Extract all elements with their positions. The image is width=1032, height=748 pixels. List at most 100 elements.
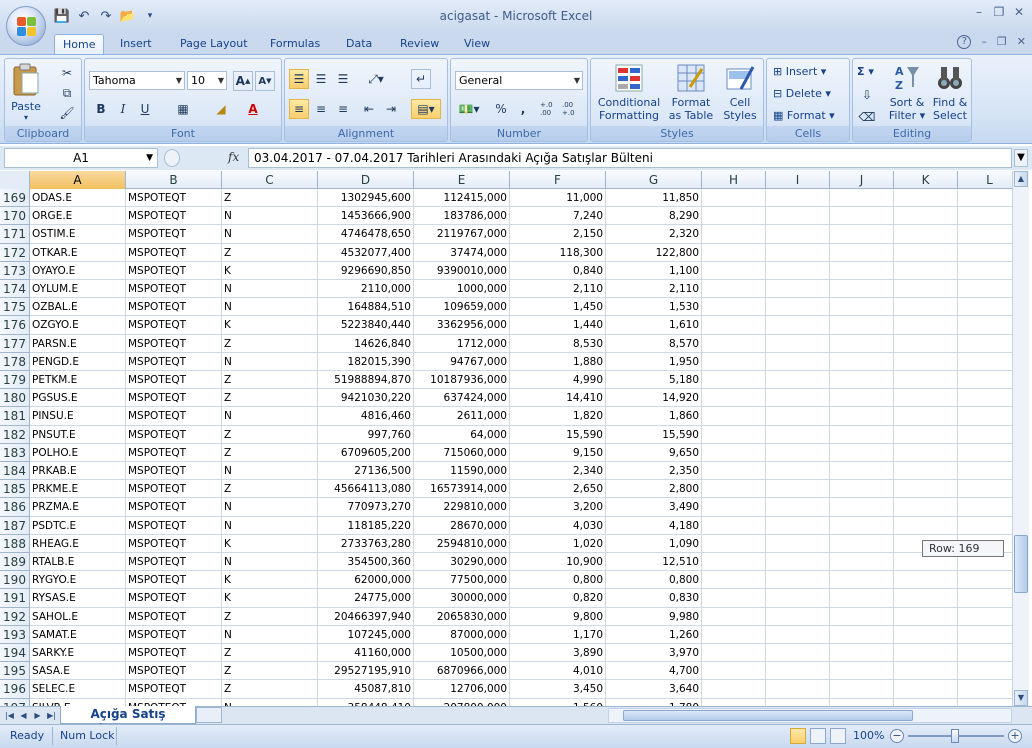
grid-cell[interactable]: MSPOTEQT — [126, 243, 222, 262]
column-header[interactable]: F — [510, 171, 606, 189]
grid-cell[interactable]: MSPOTEQT — [126, 407, 222, 426]
grid-cell[interactable] — [958, 426, 1012, 444]
normal-view-icon[interactable] — [790, 728, 806, 744]
grid-cell[interactable]: 1,260 — [606, 625, 702, 644]
grid-cell[interactable]: 10500,000 — [414, 644, 510, 663]
scroll-down-icon[interactable]: ▼ — [1014, 690, 1028, 706]
grid-cell[interactable]: 2065830,000 — [414, 607, 510, 626]
grid-cell[interactable]: 1,610 — [606, 316, 702, 335]
grid-cell[interactable] — [830, 480, 894, 499]
grid-cell[interactable]: 20466397,940 — [318, 607, 414, 626]
last-sheet-icon[interactable]: ▶| — [46, 709, 57, 722]
grid-cell[interactable]: Z — [222, 189, 318, 208]
grid-cell[interactable] — [894, 371, 958, 390]
grid-cell[interactable]: 1,450 — [510, 298, 606, 317]
grid-cell[interactable]: SARKY.E — [30, 644, 126, 663]
prev-sheet-icon[interactable]: ◀ — [18, 709, 29, 722]
grid-cell[interactable] — [766, 371, 830, 390]
grid-cell[interactable]: 8,530 — [510, 334, 606, 353]
formula-input[interactable]: 03.04.2017 - 07.04.2017 Tarihleri Arasın… — [248, 148, 1012, 168]
grid-cell[interactable]: 15,590 — [510, 425, 606, 444]
column-header[interactable]: G — [606, 171, 702, 189]
grid-cell[interactable]: RYSAS.E — [30, 589, 126, 608]
grid-cell[interactable]: 16573914,000 — [414, 480, 510, 499]
grid-cell[interactable] — [702, 280, 766, 299]
grid-cell[interactable]: 1,560 — [510, 698, 606, 706]
grid-cell[interactable]: 77500,000 — [414, 571, 510, 590]
grid-cell[interactable]: MSPOTEQT — [126, 443, 222, 462]
grid-cell[interactable] — [702, 243, 766, 262]
grid-cell[interactable] — [830, 443, 894, 462]
grid-cell[interactable]: 6870966,000 — [414, 662, 510, 681]
grid-cell[interactable] — [830, 698, 894, 706]
grid-cell[interactable] — [958, 389, 1012, 408]
grid-cell[interactable] — [766, 625, 830, 644]
insert-function-button[interactable]: fx — [228, 150, 239, 164]
grid-cell[interactable] — [702, 443, 766, 462]
grid-cell[interactable]: 30290,000 — [414, 553, 510, 572]
grid-cell[interactable] — [766, 207, 830, 226]
scroll-up-icon[interactable]: ▲ — [1014, 171, 1028, 187]
grid-cell[interactable] — [894, 189, 958, 208]
grid-cell[interactable] — [830, 407, 894, 426]
grid-cell[interactable] — [830, 589, 894, 608]
grid-cell[interactable]: 2733763,280 — [318, 534, 414, 553]
wrap-text-icon[interactable]: ↵ — [411, 69, 431, 89]
grid-cell[interactable]: 118185,220 — [318, 516, 414, 535]
office-button[interactable] — [6, 6, 46, 46]
grid-cell[interactable]: 2,650 — [510, 480, 606, 499]
zoom-level[interactable]: 100% — [853, 729, 884, 742]
grid-cell[interactable]: 1,820 — [510, 407, 606, 426]
grid-cell[interactable]: 12,510 — [606, 553, 702, 572]
grid-cell[interactable] — [766, 607, 830, 626]
number-format-combo[interactable]: General ▼ — [455, 71, 583, 90]
grid-cell[interactable] — [958, 626, 1012, 644]
column-header[interactable]: B — [126, 171, 222, 189]
grid-cell[interactable]: MSPOTEQT — [126, 625, 222, 644]
grid-cell[interactable]: 1000,000 — [414, 280, 510, 299]
grid-cell[interactable]: 715060,000 — [414, 443, 510, 462]
grid-cell[interactable] — [702, 480, 766, 499]
grid-cell[interactable]: MSPOTEQT — [126, 298, 222, 317]
grid-cell[interactable]: 0,800 — [606, 571, 702, 590]
align-left-icon[interactable]: ≡ — [289, 99, 309, 119]
expand-formula-bar-icon[interactable]: ▼ — [1014, 149, 1028, 167]
grid-cell[interactable]: 41160,000 — [318, 644, 414, 663]
zoom-slider-thumb[interactable] — [951, 729, 959, 743]
grid-cell[interactable] — [958, 189, 1012, 208]
column-header[interactable]: I — [766, 171, 830, 189]
grid-cell[interactable]: 37474,000 — [414, 243, 510, 262]
grid-cell[interactable]: 1712,000 — [414, 334, 510, 353]
grid-cell[interactable] — [894, 425, 958, 444]
grid-cell[interactable]: 9,650 — [606, 443, 702, 462]
fill-color-icon[interactable]: ◢ — [211, 99, 231, 119]
grid-cell[interactable]: N — [222, 462, 318, 481]
sort-filter-button[interactable]: A Z Sort & Filter ▾ — [887, 63, 927, 122]
grid-cell[interactable] — [894, 261, 958, 280]
align-right-icon[interactable]: ≡ — [333, 99, 353, 119]
grid-cell[interactable] — [894, 462, 958, 481]
grid-cell[interactable]: 14,410 — [510, 389, 606, 408]
merge-center-icon[interactable]: ▤▾ — [411, 99, 441, 119]
grid-cell[interactable]: 229810,000 — [414, 498, 510, 517]
grid-cell[interactable]: 1,950 — [606, 352, 702, 371]
grid-cell[interactable]: 4,700 — [606, 662, 702, 681]
grid-cell[interactable]: 9,800 — [510, 607, 606, 626]
grid-cell[interactable]: RYGYO.E — [30, 571, 126, 590]
row-header[interactable]: 192 — [0, 607, 30, 626]
row-header[interactable]: 179 — [0, 371, 30, 390]
grid-cell[interactable]: 10,900 — [510, 553, 606, 572]
grid-cell[interactable]: 3,890 — [510, 644, 606, 663]
grow-font-icon[interactable]: A ▲ — [233, 71, 253, 91]
grid-cell[interactable] — [766, 407, 830, 426]
font-size-combo[interactable]: 10 ▼ — [187, 71, 227, 90]
grid-cell[interactable]: N — [222, 698, 318, 706]
grid-cell[interactable]: OSTIM.E — [30, 225, 126, 244]
grid-cell[interactable]: 3,970 — [606, 644, 702, 663]
paste-button[interactable]: Paste ▾ — [9, 63, 43, 123]
grid-cell[interactable] — [894, 443, 958, 462]
row-header[interactable]: 173 — [0, 261, 30, 280]
close-button[interactable]: ✕ — [1012, 5, 1026, 19]
grid-cell[interactable]: 9296690,850 — [318, 261, 414, 280]
grid-cell[interactable]: N — [222, 625, 318, 644]
